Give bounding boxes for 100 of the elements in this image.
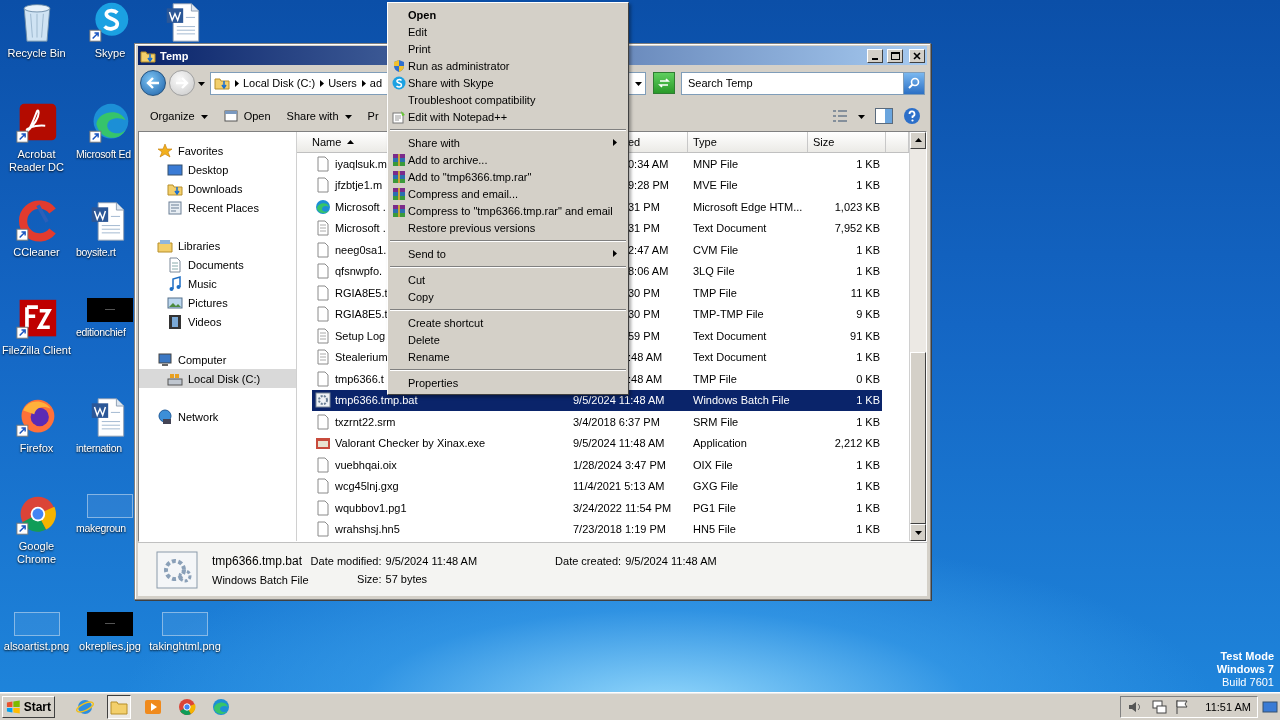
menu-item[interactable]: Add to "tmp6366.tmp.rar"	[390, 168, 626, 185]
toolbar-button[interactable]: Share with	[281, 104, 357, 128]
menu-item[interactable]: Compress and email...	[390, 185, 626, 202]
network-icon[interactable]	[1151, 698, 1168, 715]
nav-item[interactable]: Recent Places	[139, 198, 296, 217]
scroll-thumb[interactable]	[910, 352, 926, 524]
back-button[interactable]	[140, 70, 166, 96]
address-caret-icon	[635, 79, 642, 87]
menu-item[interactable]: Properties	[390, 374, 626, 391]
file-type: Application	[692, 437, 748, 450]
cleaner-app-icon[interactable]	[15, 200, 58, 242]
caret-icon	[344, 112, 352, 120]
nav-item[interactable]: Desktop	[139, 160, 296, 179]
search-field[interactable]: Search Temp	[681, 71, 904, 95]
menu-item[interactable]: Open	[390, 6, 626, 23]
desktop-icon-label[interactable]: Microsoft Ed	[73, 148, 131, 161]
image-thumbnail[interactable]	[162, 612, 208, 636]
search-button[interactable]	[904, 71, 925, 95]
menu-item[interactable]: Create shortcut	[390, 314, 626, 331]
toolbar-button[interactable]: Organize	[145, 104, 213, 128]
menu-item[interactable]: Run as administrator	[390, 57, 626, 74]
nav-item[interactable]: Libraries	[139, 236, 296, 255]
nav-item[interactable]: Videos	[139, 312, 296, 331]
nav-item[interactable]: Pictures	[139, 293, 296, 312]
refresh-button[interactable]	[653, 72, 675, 94]
nav-item[interactable]: Network	[139, 407, 296, 426]
breadcrumb[interactable]: ad	[369, 77, 383, 89]
desktop-icon-label[interactable]: Firefox	[19, 442, 54, 455]
file-row[interactable]: wrahshsj.hn5 7/23/2018 1:19 PM HN5 File 1 KB	[312, 518, 882, 540]
nav-item[interactable]: Local Disk (C:)	[139, 369, 296, 388]
breadcrumb[interactable]: Users	[328, 77, 357, 89]
menu-item[interactable]: Edit	[390, 23, 626, 40]
nav-item[interactable]: Downloads	[139, 179, 296, 198]
date-modified: 30 PM	[628, 286, 661, 299]
column-header[interactable]: Type	[688, 132, 808, 152]
clock[interactable]: 11:51 AM	[1205, 700, 1251, 713]
menu-item[interactable]: Copy	[390, 288, 626, 305]
file-row[interactable]: wcg45lnj.gxg 11/4/2021 5:13 AM GXG File 1 KB	[312, 475, 882, 497]
close-button[interactable]	[909, 48, 925, 63]
desktop-icon-label[interactable]: alsoartist.png	[3, 640, 70, 653]
desktop-icon-label[interactable]: Google Chrome	[0, 540, 73, 566]
menu-item[interactable]: Share with	[390, 134, 626, 151]
desktop-icon-label[interactable]: FileZilla Client	[1, 344, 72, 357]
menu-item[interactable]: Add to archive...	[390, 151, 626, 168]
scroll-up-button[interactable]	[910, 132, 926, 149]
menu-item[interactable]: Delete	[390, 331, 626, 348]
desktop-icon-label[interactable]: takinghtml.png	[149, 640, 221, 653]
image-thumbnail[interactable]	[87, 494, 133, 518]
image-thumbnail[interactable]	[13, 612, 60, 636]
nav-item[interactable]: Favorites	[139, 141, 296, 160]
help-icon[interactable]	[903, 107, 921, 125]
maximize-button[interactable]	[887, 48, 903, 63]
desktop-icon-label[interactable]: boysite.rt	[73, 246, 116, 259]
file-name: jfzbtje1.m	[335, 179, 383, 192]
toolbar-button[interactable]: Open	[218, 104, 276, 128]
start-button[interactable]: Start	[2, 695, 55, 718]
file-row[interactable]: vuebhqai.oix 1/28/2024 3:47 PM OIX File 1 KB	[312, 454, 882, 476]
image-thumbnail[interactable]	[87, 298, 133, 322]
ftp-app-icon[interactable]	[15, 298, 58, 340]
menu-item[interactable]: Print	[390, 40, 626, 57]
date-modified: 8:06 AM	[628, 265, 670, 278]
scrollbar[interactable]	[909, 132, 926, 541]
nav-item[interactable]: Music	[139, 274, 296, 293]
breadcrumb[interactable]: Local Disk (C:)	[243, 77, 316, 89]
menu-item[interactable]: Restore previous versions	[390, 219, 626, 236]
file-row[interactable]: wqubbov1.pg1 3/24/2022 11:54 PM PG1 File 1 KB	[312, 497, 882, 519]
menu-item[interactable]: Edit with Notepad++	[390, 108, 626, 125]
menu-item[interactable]: Cut	[390, 271, 626, 288]
scroll-down-button[interactable]	[910, 524, 926, 541]
desktop-icon-label[interactable]: makegroun	[73, 522, 126, 535]
desktop-icon-label[interactable]: CCleaner	[13, 246, 60, 259]
taskbar-app-button[interactable]	[107, 694, 131, 719]
menu-item[interactable]: Rename	[390, 348, 626, 365]
browser-icon[interactable]	[15, 494, 58, 536]
toolbar-button[interactable]: Pr	[362, 104, 384, 128]
file-row[interactable]: txzrnt22.srm 3/4/2018 6:37 PM SRM File 1 KB	[312, 411, 882, 433]
column-header[interactable]: Size	[808, 132, 886, 152]
menu-item[interactable]: Troubleshoot compatibility	[390, 91, 626, 108]
flag-icon[interactable]	[1175, 698, 1190, 715]
nav-item[interactable]: Documents	[139, 255, 296, 274]
desktop-icon-label[interactable]: okreplies.jpg	[79, 640, 141, 653]
preview-pane-icon[interactable]	[875, 108, 893, 124]
desktop-icon-label[interactable]: Skype	[94, 47, 126, 60]
show-desktop-icon[interactable]	[1262, 698, 1278, 715]
nav-item[interactable]: Computer	[139, 350, 296, 369]
desktop-icon-label[interactable]: editionchief	[73, 326, 126, 339]
file-row[interactable]: Valorant Checker by Xinax.exe 9/5/2024 11:48 AM Application 2,212 KB	[312, 432, 882, 454]
browser-icon[interactable]	[89, 102, 131, 144]
image-thumbnail[interactable]	[87, 612, 133, 636]
pdf-app-icon[interactable]	[15, 102, 58, 144]
menu-item[interactable]: Share with Skype	[390, 74, 626, 91]
notepad-icon	[392, 109, 406, 124]
desktop-icon-label[interactable]: Acrobat Reader DC	[0, 148, 73, 174]
desktop-icon-label[interactable]: Recycle Bin	[7, 47, 66, 60]
date-modified: 31 PM	[628, 222, 661, 235]
chat-app-icon[interactable]	[89, 1, 131, 43]
desktop-icon-label[interactable]: internation	[73, 442, 122, 455]
menu-item[interactable]: Compress to "tmp6366.tmp.rar" and email	[390, 202, 626, 219]
minimize-button[interactable]	[867, 48, 883, 63]
menu-item[interactable]: Send to	[390, 245, 626, 262]
